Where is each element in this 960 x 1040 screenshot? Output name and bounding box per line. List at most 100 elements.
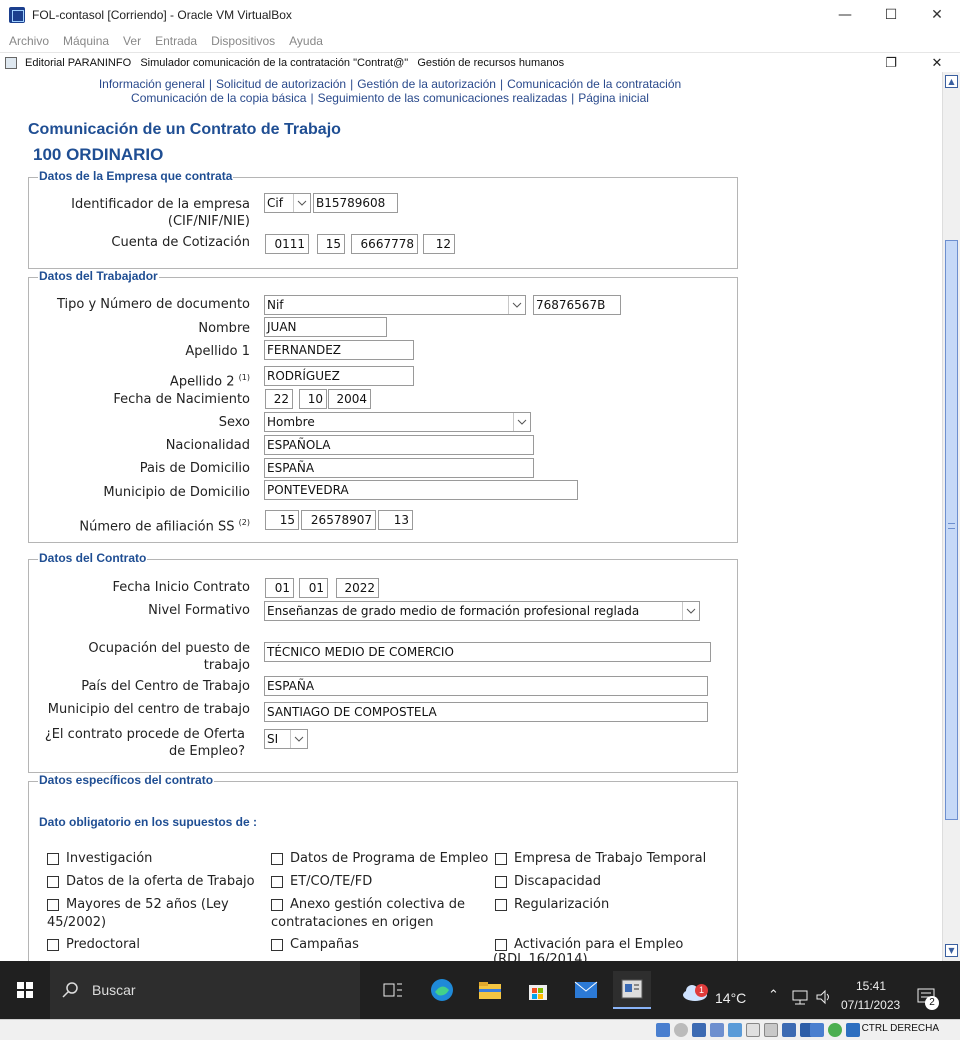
nav-gestion-autorizacion[interactable]: Gestión de la autorización	[357, 77, 496, 91]
checkbox[interactable]	[47, 939, 59, 951]
clock-time[interactable]: 15:41	[856, 979, 886, 993]
fecha-nacimiento-anio-input[interactable]: 2004	[328, 389, 371, 409]
nivel-formativo-select[interactable]: Enseñanzas de grado medio de formación p…	[264, 601, 700, 621]
checkbox[interactable]	[495, 939, 507, 951]
checkbox[interactable]	[495, 853, 507, 865]
fecha-inicio-dia-input[interactable]: 01	[265, 578, 294, 598]
menu-maquina[interactable]: Máquina	[63, 34, 109, 48]
store-icon[interactable]	[519, 971, 557, 1009]
virtualbox-taskbar-icon[interactable]	[613, 971, 651, 1009]
checkbox[interactable]	[47, 876, 59, 888]
cuenta-dc-input[interactable]: 12	[423, 234, 455, 254]
minimize-button[interactable]: —	[822, 0, 868, 30]
nav-pagina-inicial[interactable]: Página inicial	[578, 91, 649, 105]
pais-centro-input[interactable]: ESPAÑA	[264, 676, 708, 696]
mail-icon[interactable]	[567, 971, 605, 1009]
video-capture-icon[interactable]	[782, 1023, 796, 1037]
network-adapter-icon[interactable]	[710, 1023, 724, 1037]
edge-icon[interactable]	[423, 971, 461, 1009]
menu-ayuda[interactable]: Ayuda	[289, 34, 323, 48]
weather-temp[interactable]: 14°C	[715, 990, 746, 1006]
start-button[interactable]	[0, 961, 50, 1019]
afiliacion-numero-input[interactable]: 26578907	[301, 510, 376, 530]
chevron-up-icon[interactable]: ⌃	[768, 988, 779, 1003]
empresa-id-type-value: Cif	[267, 196, 283, 210]
checkbox[interactable]	[271, 876, 283, 888]
scroll-up-arrow[interactable]: ▲	[945, 75, 958, 88]
oferta-empleo-select[interactable]: SI	[264, 729, 308, 749]
check-et-co-te-fd[interactable]: ET/CO/TE/FD	[271, 873, 481, 891]
empresa-id-type-select[interactable]: Cif	[264, 193, 311, 213]
file-explorer-icon[interactable]	[471, 971, 509, 1009]
check-anexo-gestion[interactable]: Anexo gestión colectiva de contratacione…	[271, 896, 481, 932]
menu-ver[interactable]: Ver	[123, 34, 141, 48]
close-button[interactable]: ✕	[914, 0, 960, 30]
menu-entrada[interactable]: Entrada	[155, 34, 197, 48]
nav-solicitud-autorizacion[interactable]: Solicitud de autorización	[216, 77, 346, 91]
checkbox[interactable]	[271, 853, 283, 865]
clock-date[interactable]: 07/11/2023	[841, 998, 900, 1012]
checkbox[interactable]	[495, 876, 507, 888]
fecha-nacimiento-mes-input[interactable]: 10	[299, 389, 327, 409]
cuenta-regimen-input[interactable]: 0111	[265, 234, 309, 254]
cuenta-provincia-input[interactable]: 15	[317, 234, 345, 254]
volume-icon[interactable]	[815, 989, 833, 1005]
check-oferta-trabajo-label: Datos de la oferta de Trabajo	[66, 874, 255, 889]
documento-type-select[interactable]: Nif	[264, 295, 526, 315]
display-icon[interactable]	[764, 1023, 778, 1037]
keyboard-capture-icon[interactable]	[846, 1023, 860, 1037]
ocupacion-input[interactable]: TÉCNICO MEDIO DE COMERCIO	[264, 642, 711, 662]
municipio-centro-input[interactable]: SANTIAGO DE COMPOSTELA	[264, 702, 708, 722]
network-icon[interactable]	[791, 989, 809, 1005]
menu-archivo[interactable]: Archivo	[9, 34, 49, 48]
fecha-inicio-mes-input[interactable]: 01	[299, 578, 328, 598]
check-discapacidad[interactable]: Discapacidad	[495, 873, 715, 891]
afiliacion-dc-input[interactable]: 13	[378, 510, 413, 530]
check-programa-empleo[interactable]: Datos de Programa de Empleo	[271, 850, 491, 868]
nav-seguimiento[interactable]: Seguimiento de las comunicaciones realiz…	[318, 91, 567, 105]
municipio-domicilio-input[interactable]: PONTEVEDRA	[264, 480, 578, 500]
documento-number-input[interactable]: 76876567B	[533, 295, 621, 315]
mouse-integration-icon[interactable]	[810, 1023, 824, 1037]
check-predoctoral[interactable]: Predoctoral	[47, 936, 257, 954]
nacionalidad-input[interactable]: ESPAÑOLA	[264, 435, 534, 455]
shared-folders-icon[interactable]	[746, 1023, 760, 1037]
hard-disk-icon[interactable]	[656, 1023, 670, 1037]
usb-icon[interactable]	[728, 1023, 742, 1037]
check-ett[interactable]: Empresa de Trabajo Temporal	[495, 850, 725, 868]
pais-domicilio-input[interactable]: ESPAÑA	[264, 458, 534, 478]
nombre-input[interactable]: JUAN	[264, 317, 387, 337]
audio-icon[interactable]	[692, 1023, 706, 1037]
apellido2-input[interactable]: RODRÍGUEZ	[264, 366, 414, 386]
guest-additions-icon[interactable]	[828, 1023, 842, 1037]
empresa-id-input[interactable]: B15789608	[313, 193, 398, 213]
checkbox[interactable]	[495, 899, 507, 911]
scroll-thumb[interactable]	[945, 240, 958, 820]
fecha-inicio-anio-input[interactable]: 2022	[336, 578, 379, 598]
nav-copia-basica[interactable]: Comunicación de la copia básica	[131, 91, 306, 105]
maximize-button[interactable]: ☐	[868, 0, 914, 30]
apellido1-input[interactable]: FERNANDEZ	[264, 340, 414, 360]
nav-informacion-general[interactable]: Información general	[99, 77, 205, 91]
taskbar-search[interactable]: Buscar	[50, 961, 360, 1019]
afiliacion-provincia-input[interactable]: 15	[265, 510, 299, 530]
check-campanas[interactable]: Campañas	[271, 936, 481, 954]
checkbox[interactable]	[47, 853, 59, 865]
scroll-down-arrow[interactable]: ▼	[945, 944, 958, 957]
check-regularizacion[interactable]: Regularización	[495, 896, 715, 914]
cuenta-numero-input[interactable]: 6667778	[351, 234, 418, 254]
check-mayores-52[interactable]: Mayores de 52 años (Ley 45/2002)	[47, 896, 257, 932]
nav-comunicacion-contratacion[interactable]: Comunicación de la contratación	[507, 77, 681, 91]
app-close-button[interactable]: ✕	[914, 53, 960, 73]
app-restore-button[interactable]: ❐	[868, 53, 914, 73]
check-oferta-trabajo[interactable]: Datos de la oferta de Trabajo	[47, 873, 267, 891]
vertical-scrollbar[interactable]: ▲ ▼	[942, 72, 960, 961]
fecha-nacimiento-dia-input[interactable]: 22	[265, 389, 293, 409]
sexo-select[interactable]: Hombre	[264, 412, 531, 432]
optical-drive-icon[interactable]	[674, 1023, 688, 1037]
task-view-icon[interactable]	[374, 971, 412, 1009]
checkbox[interactable]	[271, 939, 283, 951]
check-investigacion[interactable]: Investigación	[47, 850, 257, 868]
apellido1-label: Apellido 1	[185, 344, 250, 359]
menu-dispositivos[interactable]: Dispositivos	[211, 34, 275, 48]
